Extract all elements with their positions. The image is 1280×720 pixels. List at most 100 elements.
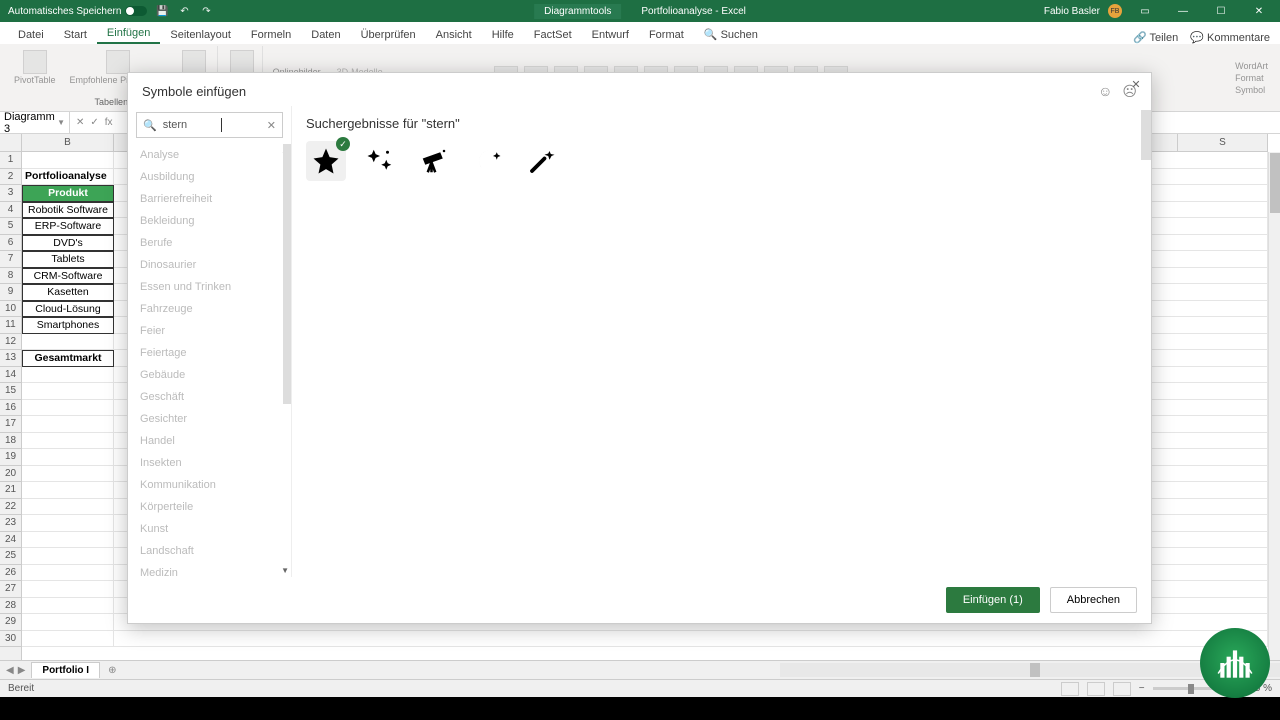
tab-factset[interactable]: FactSet <box>524 26 582 44</box>
category-item[interactable]: Feiertage <box>128 342 291 364</box>
cell[interactable]: Produkt <box>22 185 114 202</box>
ribbon-options-icon[interactable]: ▭ <box>1130 1 1160 21</box>
clear-search-icon[interactable]: ✕ <box>267 119 276 132</box>
add-sheet-icon[interactable]: ⊕ <box>100 665 124 676</box>
cell[interactable] <box>22 152 114 169</box>
cell[interactable]: Tablets <box>22 251 114 268</box>
cell[interactable] <box>22 449 114 466</box>
row-header[interactable]: 9 <box>0 284 21 301</box>
close-window-icon[interactable]: ✕ <box>1244 1 1274 21</box>
cell[interactable] <box>22 466 114 483</box>
category-item[interactable]: Kunst <box>128 518 291 540</box>
category-item[interactable]: Handel <box>128 430 291 452</box>
cell[interactable]: DVD's <box>22 235 114 252</box>
category-item[interactable]: Insekten <box>128 452 291 474</box>
cell[interactable] <box>22 565 114 582</box>
tab-datei[interactable]: Datei <box>8 26 54 44</box>
tab-formeln[interactable]: Formeln <box>241 26 301 44</box>
category-item[interactable]: Essen und Trinken <box>128 276 291 298</box>
row-header[interactable]: 14 <box>0 367 21 384</box>
select-all-corner[interactable] <box>0 134 22 152</box>
row-header[interactable]: 22 <box>0 499 21 516</box>
category-item[interactable]: Feier <box>128 320 291 342</box>
col-header-s[interactable]: S <box>1178 134 1268 151</box>
row-header[interactable]: 11 <box>0 317 21 334</box>
row-header[interactable]: 3 <box>0 185 21 202</box>
fx-icon[interactable]: fx <box>105 117 113 128</box>
cell[interactable] <box>114 631 1268 648</box>
cell[interactable] <box>22 532 114 549</box>
category-item[interactable]: Gebäude <box>128 364 291 386</box>
telescope-icon-option[interactable] <box>414 141 454 181</box>
format-button[interactable]: Format <box>1235 73 1268 83</box>
row-header[interactable]: 23 <box>0 515 21 532</box>
cell[interactable] <box>22 614 114 631</box>
symbol-button[interactable]: Symbol <box>1235 85 1268 95</box>
cell[interactable]: CRM-Software <box>22 268 114 285</box>
category-scrollbar[interactable] <box>283 144 291 404</box>
tab-format[interactable]: Format <box>639 26 694 44</box>
cell[interactable] <box>22 367 114 384</box>
tab-ueberpruefen[interactable]: Überprüfen <box>351 26 426 44</box>
name-box[interactable]: Diagramm 3▼ <box>0 111 70 135</box>
autosave-toggle[interactable]: Automatisches Speichern <box>8 6 147 17</box>
row-header[interactable]: 2 <box>0 169 21 186</box>
cell[interactable] <box>22 334 114 351</box>
cell[interactable] <box>22 400 114 417</box>
save-icon[interactable]: 💾 <box>155 4 169 18</box>
crescent-star-icon-option[interactable] <box>468 141 508 181</box>
undo-icon[interactable]: ↶ <box>177 4 191 18</box>
category-item[interactable]: Geschäft <box>128 386 291 408</box>
category-list[interactable]: ▲ ▼ AnalyseAusbildungBarrierefreiheitBek… <box>128 144 291 577</box>
cell[interactable]: Portfolioanalyse <box>22 169 114 186</box>
pivot-table-button[interactable]: PivotTable <box>10 48 60 87</box>
row-header[interactable]: 25 <box>0 548 21 565</box>
row-header[interactable]: 17 <box>0 416 21 433</box>
tab-daten[interactable]: Daten <box>301 26 350 44</box>
cell[interactable]: ERP-Software <box>22 218 114 235</box>
cell[interactable] <box>22 383 114 400</box>
maximize-icon[interactable]: ☐ <box>1206 1 1236 21</box>
col-header-b[interactable]: B <box>22 134 114 151</box>
cell[interactable] <box>22 433 114 450</box>
tab-hilfe[interactable]: Hilfe <box>482 26 524 44</box>
row-header[interactable]: 24 <box>0 532 21 549</box>
category-item[interactable]: Gesichter <box>128 408 291 430</box>
scroll-down-icon[interactable]: ▼ <box>281 566 289 575</box>
category-item[interactable]: Berufe <box>128 232 291 254</box>
category-item[interactable]: Landschaft <box>128 540 291 562</box>
category-item[interactable]: Bekleidung <box>128 210 291 232</box>
share-button[interactable]: 🔗 Teilen <box>1133 31 1178 44</box>
tab-ansicht[interactable]: Ansicht <box>426 26 482 44</box>
insert-button[interactable]: Einfügen (1) <box>946 587 1040 613</box>
category-item[interactable]: Ausbildung <box>128 166 291 188</box>
user-avatar[interactable]: FB <box>1108 4 1122 18</box>
category-item[interactable]: Körperteile <box>128 496 291 518</box>
cell[interactable] <box>22 416 114 433</box>
minimize-icon[interactable]: — <box>1168 1 1198 21</box>
stars-multi-icon-option[interactable] <box>360 141 400 181</box>
smiley-icon[interactable]: ☺ <box>1098 83 1112 100</box>
tab-seitenlayout[interactable]: Seitenlayout <box>160 26 241 44</box>
cell[interactable] <box>22 499 114 516</box>
cancel-button[interactable]: Abbrechen <box>1050 587 1137 613</box>
cell[interactable]: Robotik Software <box>22 202 114 219</box>
category-item[interactable]: Medizin <box>128 562 291 577</box>
row-header[interactable]: 6 <box>0 235 21 252</box>
row-header[interactable]: 10 <box>0 301 21 318</box>
row-header[interactable]: 13 <box>0 350 21 367</box>
row-header[interactable]: 4 <box>0 202 21 219</box>
category-item[interactable]: Dinosaurier <box>128 254 291 276</box>
tell-me-search[interactable]: 🔍 Suchen <box>694 25 768 44</box>
category-item[interactable]: Barrierefreiheit <box>128 188 291 210</box>
cell[interactable] <box>22 581 114 598</box>
vertical-scrollbar[interactable] <box>1268 152 1280 660</box>
row-header[interactable]: 12 <box>0 334 21 351</box>
row-header[interactable]: 1 <box>0 152 21 169</box>
tab-start[interactable]: Start <box>54 26 97 44</box>
cell[interactable]: Kasetten <box>22 284 114 301</box>
page-layout-view-icon[interactable] <box>1087 682 1105 696</box>
row-header[interactable]: 16 <box>0 400 21 417</box>
confirm-formula-icon[interactable]: ✓ <box>90 117 98 128</box>
row-header[interactable]: 28 <box>0 598 21 615</box>
